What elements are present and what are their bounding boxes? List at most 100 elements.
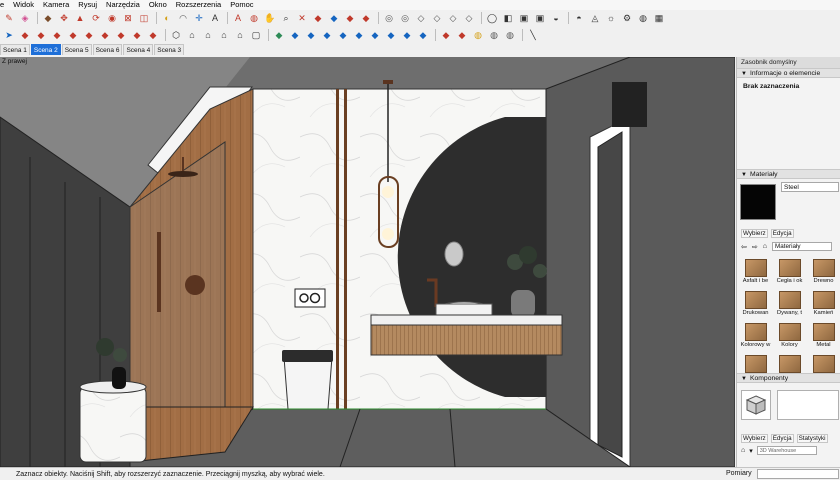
shaded-icon[interactable]: ◇ [446, 12, 460, 25]
tab-scene-2[interactable]: Scena 2 [30, 44, 61, 55]
tab-select[interactable]: Wybierz [741, 229, 768, 238]
3d-warehouse-icon[interactable]: ◆ [311, 12, 325, 25]
tab-select[interactable]: Wybierz [741, 434, 768, 443]
entity-info-header[interactable]: ▼ Informacje o elemencie [737, 68, 840, 78]
tab-scene-1[interactable]: Scena 1 [0, 44, 30, 55]
material-swatch[interactable] [740, 184, 776, 220]
plugin-a-icon[interactable]: ◍ [471, 29, 485, 42]
menu-extensions[interactable]: Rozszerzenia [176, 0, 221, 10]
material-category-item[interactable]: Cegła i ok [774, 259, 805, 289]
menu-help[interactable]: Pomoc [230, 0, 253, 10]
extension-warehouse-icon[interactable]: ◆ [327, 12, 341, 25]
menu-camera[interactable]: Kamera [43, 0, 69, 10]
left-view-icon[interactable]: ▢ [249, 29, 263, 42]
material-category-item[interactable]: Drukowan [740, 291, 771, 321]
circle-icon[interactable]: ◆ [50, 29, 64, 42]
section-plane-icon[interactable]: ◧ [501, 12, 515, 25]
scale-icon[interactable]: ⊠ [121, 12, 135, 25]
soften-edges-icon[interactable]: ◆ [384, 29, 398, 42]
xray-icon[interactable]: ◎ [382, 12, 396, 25]
layer-icon[interactable]: ◆ [320, 29, 334, 42]
materials-icon[interactable]: ◆ [272, 29, 286, 42]
tab-statistics[interactable]: Statystyki [796, 434, 828, 443]
material-category-item[interactable]: Kolorowy w [740, 323, 771, 353]
select-icon[interactable]: ➤ [2, 29, 16, 42]
tab-scene-5[interactable]: Scena 5 [61, 44, 92, 55]
pan-icon[interactable]: ✋ [263, 12, 277, 25]
menu-window[interactable]: Okno [149, 0, 167, 10]
measurements-input[interactable] [757, 469, 839, 479]
display-section-fill-icon[interactable]: ▣ [533, 12, 547, 25]
outliner-icon[interactable]: ◆ [130, 29, 144, 42]
globe-icon[interactable]: ◍ [636, 12, 650, 25]
tape-measure-icon[interactable]: ◐ [160, 12, 174, 25]
menu-view[interactable]: Widok [13, 0, 34, 10]
grid-icon[interactable]: ▦ [652, 12, 666, 25]
shadow-settings-icon[interactable]: ◆ [352, 29, 366, 42]
back-view-icon[interactable]: ⌂ [233, 29, 247, 42]
material-category-item[interactable]: Metal [808, 323, 839, 353]
model-viewport[interactable]: Z prawej [0, 57, 735, 467]
top-view-icon[interactable]: ⌂ [185, 29, 199, 42]
pencil-icon[interactable]: ✎ [2, 12, 16, 25]
flip-icon[interactable]: ◆ [439, 29, 453, 42]
shadows-icon[interactable]: ◒ [549, 12, 563, 25]
mirror-icon[interactable]: ◆ [455, 29, 469, 42]
offset-icon[interactable]: ◫ [137, 12, 151, 25]
protractor-icon[interactable]: ◠ [176, 12, 190, 25]
tab-scene-4[interactable]: Scena 4 [123, 44, 154, 55]
axes-icon[interactable]: ✛ [192, 12, 206, 25]
intersect-icon[interactable]: ◆ [400, 29, 414, 42]
fog-settings-icon[interactable]: ◆ [368, 29, 382, 42]
measure-line-icon[interactable]: ╲ [526, 29, 540, 42]
text-icon[interactable]: A [208, 12, 222, 25]
warehouse-search-input[interactable]: 3D Warehouse [756, 446, 817, 455]
gear-icon[interactable]: ⚙ [620, 12, 634, 25]
tab-scene-3[interactable]: Scena 3 [154, 44, 185, 55]
plugin-b-icon[interactable]: ◍ [487, 29, 501, 42]
rotate-icon[interactable]: ⟳ [89, 12, 103, 25]
front-view-icon[interactable]: ⌂ [201, 29, 215, 42]
layout-icon[interactable]: ◆ [343, 12, 357, 25]
ruby-icon[interactable]: ◆ [359, 12, 373, 25]
sun-icon[interactable]: ☼ [604, 12, 618, 25]
wireframe-icon[interactable]: ◇ [414, 12, 428, 25]
tab-scene-6[interactable]: Scena 6 [92, 44, 123, 55]
textured-icon[interactable]: ◇ [462, 12, 476, 25]
entity-info-icon[interactable]: ◆ [336, 29, 350, 42]
material-name-field[interactable]: Steel [781, 182, 839, 192]
sandbox-icon[interactable]: ◬ [588, 12, 602, 25]
orbit-icon[interactable]: ◍ [247, 12, 261, 25]
materials-header[interactable]: ▼ Materiały [737, 169, 840, 179]
move-icon[interactable]: ✥ [57, 12, 71, 25]
freehand-icon[interactable]: ◆ [114, 29, 128, 42]
forward-arrow-icon[interactable]: ⇨ [752, 243, 758, 251]
zoom-icon[interactable]: ⌕ [279, 12, 293, 25]
material-category-item[interactable]: Drewno [808, 259, 839, 289]
hidden-line-icon[interactable]: ◇ [430, 12, 444, 25]
fog-icon[interactable]: ◓ [572, 12, 586, 25]
material-category-item[interactable]: Kolory [774, 323, 805, 353]
display-section-cuts-icon[interactable]: ▣ [517, 12, 531, 25]
solid-tools-icon[interactable]: ◆ [416, 29, 430, 42]
3d-text-icon[interactable]: A [231, 12, 245, 25]
tag-icon[interactable]: ◆ [146, 29, 160, 42]
tab-edit[interactable]: Edycja [770, 434, 794, 443]
iso-view-icon[interactable]: ⬡ [169, 29, 183, 42]
scene-icon[interactable]: ◆ [304, 29, 318, 42]
styles-icon[interactable]: ◆ [288, 29, 302, 42]
components-header[interactable]: ▼ Komponenty [737, 373, 840, 383]
push-pull-icon[interactable]: ▲ [73, 12, 87, 25]
paint-bucket-icon[interactable]: ◆ [41, 12, 55, 25]
material-category-item[interactable]: Dywany, t [774, 291, 805, 321]
right-view-icon[interactable]: ⌂ [217, 29, 231, 42]
monochrome-icon[interactable]: ◯ [485, 12, 499, 25]
back-edges-icon[interactable]: ◎ [398, 12, 412, 25]
menu-tools[interactable]: Narzędzia [106, 0, 140, 10]
home-icon[interactable]: ⌂ [763, 243, 767, 250]
menu-edit[interactable]: e [0, 0, 4, 10]
arc-icon[interactable]: ◆ [82, 29, 96, 42]
plugin-c-icon[interactable]: ◍ [503, 29, 517, 42]
tab-edit[interactable]: Edycja [770, 229, 794, 238]
eraser-icon[interactable]: ◈ [18, 12, 32, 25]
